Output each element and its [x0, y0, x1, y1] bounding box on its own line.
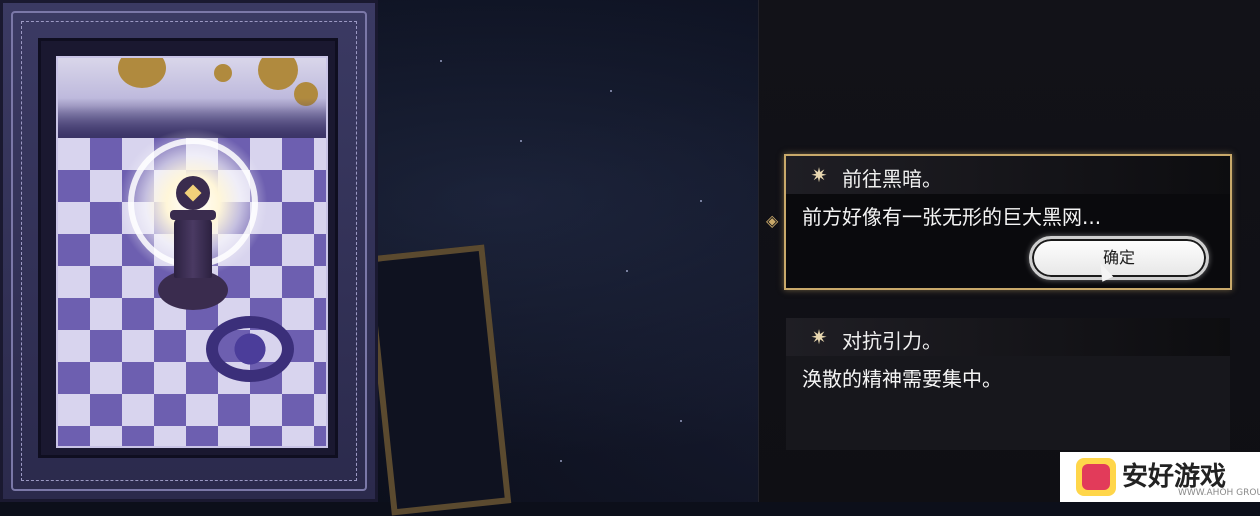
card-orb	[214, 64, 232, 82]
selection-pointer-icon: ◈	[766, 211, 779, 230]
option-title: 前往黑暗。	[842, 167, 942, 191]
star	[610, 90, 612, 92]
star	[680, 420, 682, 422]
pawn-body	[174, 218, 212, 278]
option-description: 前方好像有一张无形的巨大黑网...	[802, 205, 1102, 229]
ring-shadow	[206, 316, 294, 382]
option-title: 对抗引力。	[842, 329, 942, 353]
star	[440, 60, 442, 62]
option-description: 涣散的精神需要集中。	[802, 367, 1002, 391]
sparkle-icon: ✷	[810, 163, 828, 187]
tarot-card-artwork	[56, 56, 328, 448]
star	[700, 200, 702, 202]
sparkle-icon: ✷	[810, 325, 828, 349]
star	[626, 270, 628, 272]
pawn-neck	[170, 210, 216, 220]
star	[520, 140, 522, 142]
star	[560, 460, 562, 462]
watermark: 安好游戏 WWW.AHOH GROUP	[1060, 452, 1260, 502]
dialog-option-2[interactable]: ✷ 对抗引力。 涣散的精神需要集中。	[786, 318, 1230, 450]
gamepad-logo-icon	[1076, 458, 1116, 496]
watermark-subtext: WWW.AHOH GROUP	[1178, 488, 1260, 498]
confirm-button[interactable]: 确定	[1029, 236, 1209, 280]
